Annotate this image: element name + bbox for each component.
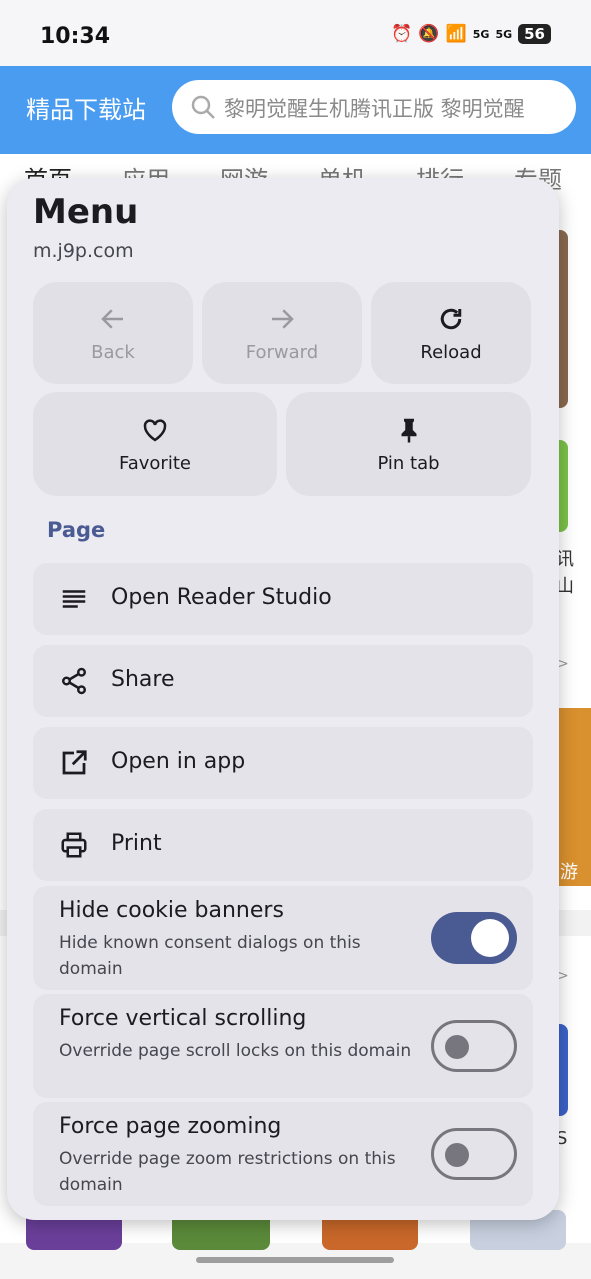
back-label: Back <box>91 341 135 363</box>
mute-icon: 🔕 <box>418 24 440 44</box>
status-bar: 10:34 ⏰ 🔕 📶 5G 5G 56 <box>0 0 591 66</box>
print-icon <box>61 832 87 858</box>
force-page-zooming-subtitle: Override page zoom restrictions on this … <box>59 1149 396 1195</box>
reader-icon <box>62 590 86 608</box>
site-logo[interactable]: 精品下载站 <box>26 90 146 125</box>
hide-cookie-banners-title: Hide cookie banners <box>59 898 284 923</box>
share-label: Share <box>111 667 175 692</box>
menu-title: Menu <box>33 192 139 232</box>
home-indicator[interactable] <box>196 1257 394 1263</box>
wifi-icon: 📶 <box>445 24 467 44</box>
alarm-icon: ⏰ <box>391 24 413 44</box>
force-page-zooming-toggle[interactable] <box>431 1128 517 1180</box>
favorite-label: Favorite <box>119 452 191 474</box>
share-item[interactable]: Share <box>33 645 533 717</box>
signal-5g-label: 5G <box>472 27 490 41</box>
site-search-bar[interactable]: 黎明觉醒生机腾讯正版 黎明觉醒 <box>172 80 576 134</box>
arrow-right-icon <box>272 308 294 329</box>
status-time: 10:34 <box>40 24 111 49</box>
arrow-left-icon <box>101 308 123 329</box>
menu-url: m.j9p.com <box>33 240 134 262</box>
force-page-zooming-title: Force page zooming <box>59 1114 282 1139</box>
forward-button[interactable]: Forward <box>202 282 362 384</box>
signal-5g-label-2: 5G <box>495 27 513 41</box>
open-reader-studio-item[interactable]: Open Reader Studio <box>33 563 533 635</box>
browser-menu-sheet: Menu m.j9p.com Back Forward Reload Favor… <box>7 178 559 1220</box>
search-icon <box>191 95 215 119</box>
force-page-zooming-item[interactable]: Force page zooming Override page zoom re… <box>33 1102 533 1206</box>
open-reader-studio-label: Open Reader Studio <box>111 585 332 610</box>
force-vertical-scrolling-title: Force vertical scrolling <box>59 1006 307 1031</box>
hide-cookie-banners-item[interactable]: Hide cookie banners Hide known consent d… <box>33 886 533 990</box>
force-vertical-scrolling-subtitle: Override page scroll locks on this domai… <box>59 1041 412 1061</box>
open-in-app-label: Open in app <box>111 749 246 774</box>
print-item[interactable]: Print <box>33 809 533 881</box>
pin-icon <box>401 418 416 442</box>
heart-icon <box>143 418 167 441</box>
force-vertical-scrolling-item[interactable]: Force vertical scrolling Override page s… <box>33 994 533 1098</box>
force-vertical-scrolling-toggle[interactable] <box>431 1020 517 1072</box>
open-in-app-item[interactable]: Open in app <box>33 727 533 799</box>
reload-label: Reload <box>420 341 482 363</box>
open-external-icon <box>62 750 87 775</box>
hide-cookie-banners-toggle[interactable] <box>431 912 517 964</box>
toggle-knob <box>445 1143 469 1167</box>
section-label-page: Page <box>47 518 106 542</box>
toggle-knob <box>445 1035 469 1059</box>
favorite-button[interactable]: Favorite <box>33 392 277 496</box>
status-icons: ⏰ 🔕 📶 5G 5G 56 <box>391 24 551 44</box>
reload-button[interactable]: Reload <box>371 282 531 384</box>
site-header: 精品下载站 黎明觉醒生机腾讯正版 黎明觉醒 <box>0 66 591 154</box>
site-fragment-text: 游 <box>560 862 578 883</box>
battery-level: 56 <box>518 24 551 44</box>
site-search-placeholder: 黎明觉醒生机腾讯正版 黎明觉醒 <box>224 97 525 121</box>
reload-icon <box>440 308 462 329</box>
back-button[interactable]: Back <box>33 282 193 384</box>
forward-label: Forward <box>245 341 319 363</box>
hide-cookie-banners-subtitle: Hide known consent dialogs on this domai… <box>59 933 361 979</box>
pin-tab-label: Pin tab <box>377 452 440 474</box>
share-icon <box>62 667 86 695</box>
toggle-knob <box>471 919 509 957</box>
print-label: Print <box>111 831 162 856</box>
pin-tab-button[interactable]: Pin tab <box>286 392 531 496</box>
